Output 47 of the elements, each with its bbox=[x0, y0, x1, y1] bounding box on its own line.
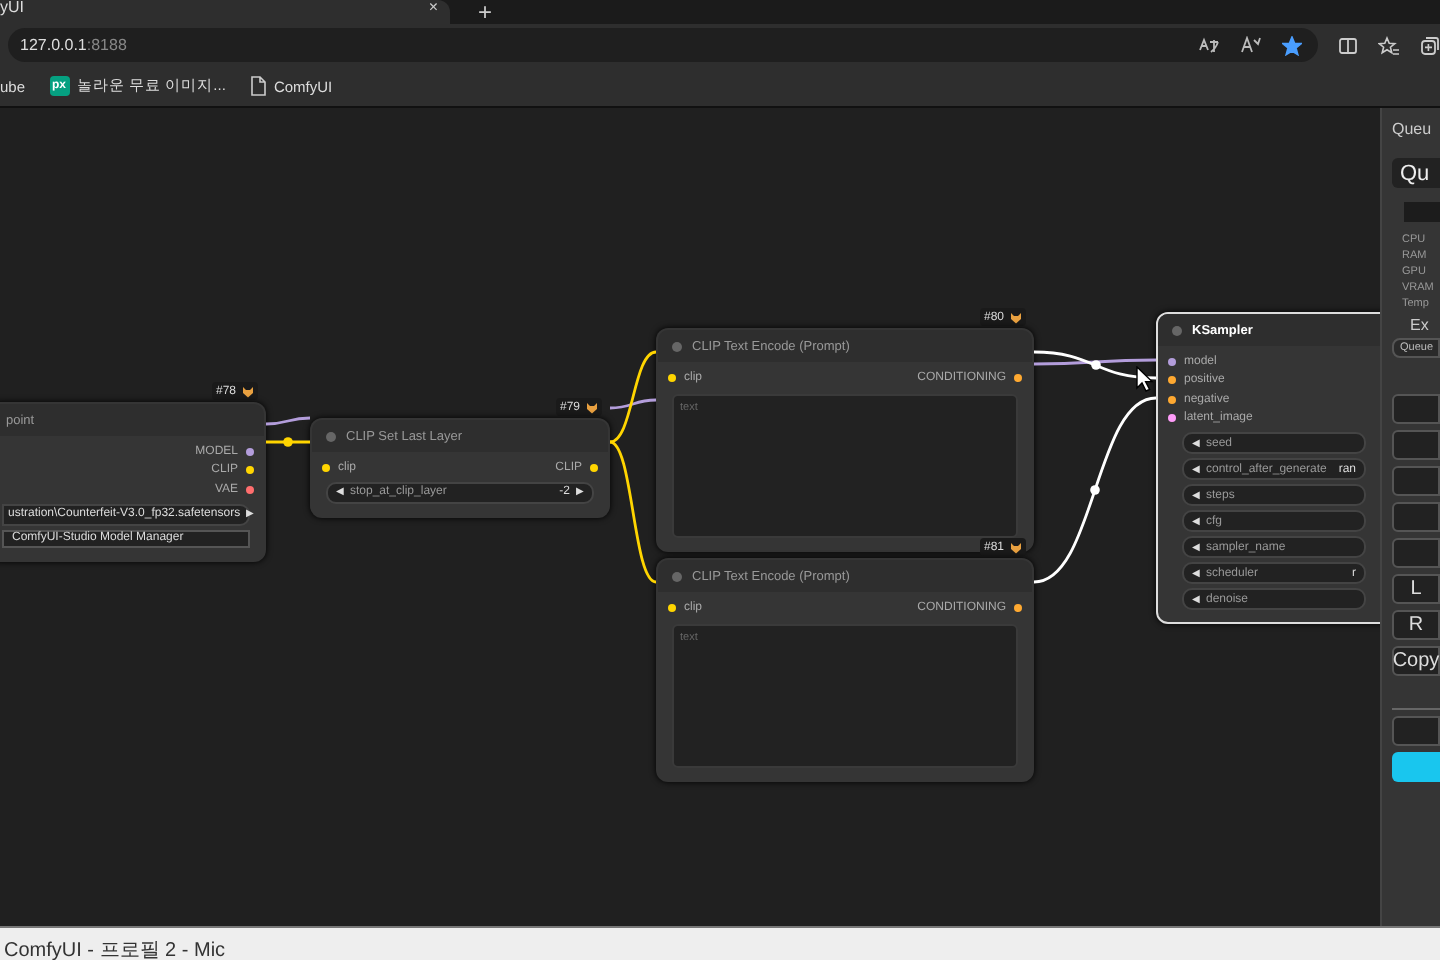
status-dot-icon bbox=[672, 341, 682, 351]
port-dot[interactable] bbox=[246, 466, 254, 475]
port-dot[interactable] bbox=[1168, 357, 1176, 366]
port-dot[interactable] bbox=[1014, 603, 1022, 612]
connection-wire[interactable] bbox=[609, 350, 657, 444]
status-dot-icon bbox=[326, 431, 336, 441]
browser-tab[interactable]: yUI × bbox=[0, 0, 450, 24]
menu-button[interactable]: L bbox=[1392, 574, 1440, 604]
dark-input-field[interactable] bbox=[1404, 202, 1440, 222]
status-dot-icon bbox=[672, 571, 682, 581]
status-dot-icon bbox=[1172, 325, 1182, 335]
port-dot[interactable] bbox=[1168, 376, 1176, 385]
translate-icon[interactable] bbox=[1198, 36, 1220, 54]
collections-icon[interactable] bbox=[1420, 35, 1440, 55]
new-tab-button[interactable]: + bbox=[478, 4, 493, 20]
connection-wire[interactable] bbox=[609, 398, 657, 410]
connection-wire[interactable] bbox=[266, 437, 310, 447]
port-dot[interactable] bbox=[246, 447, 254, 456]
favorites-icon[interactable] bbox=[1378, 35, 1400, 55]
queue-prompt-button[interactable]: Qu bbox=[1392, 158, 1440, 188]
emblem-icon bbox=[586, 401, 598, 413]
window-title: ComfyUI - 프로필 2 - Mic bbox=[2, 938, 226, 960]
queue-size-label: Queu bbox=[1392, 120, 1434, 138]
close-tab-button[interactable]: × bbox=[428, 0, 438, 16]
connection-wire[interactable] bbox=[609, 440, 657, 584]
port-dot[interactable] bbox=[668, 373, 676, 382]
connection-wire[interactable] bbox=[1034, 358, 1156, 366]
menu-button[interactable]: R bbox=[1392, 610, 1440, 640]
favorite-star-icon[interactable] bbox=[1282, 35, 1302, 55]
emblem-icon bbox=[242, 385, 254, 397]
port-dot[interactable] bbox=[1014, 373, 1022, 382]
port-dot[interactable] bbox=[1168, 414, 1176, 423]
port-dot[interactable] bbox=[322, 463, 330, 472]
connection-wire[interactable] bbox=[265, 416, 311, 426]
port-dot[interactable] bbox=[246, 485, 254, 494]
extra-options-label: Ex bbox=[1408, 316, 1431, 334]
mouse-pointer-icon bbox=[1136, 366, 1154, 392]
emblem-icon bbox=[1010, 541, 1022, 553]
read-aloud-icon[interactable] bbox=[1240, 36, 1262, 54]
address-bar[interactable]: 127.0.0.1:8188 bbox=[8, 28, 1318, 62]
menu-button[interactable]: Copy bbox=[1392, 646, 1440, 676]
split-screen-icon[interactable] bbox=[1338, 35, 1358, 55]
emblem-icon bbox=[1010, 311, 1022, 323]
port-dot[interactable] bbox=[590, 463, 598, 472]
port-dot[interactable] bbox=[668, 603, 676, 612]
port-dot[interactable] bbox=[1168, 395, 1176, 404]
page-icon bbox=[249, 76, 266, 96]
